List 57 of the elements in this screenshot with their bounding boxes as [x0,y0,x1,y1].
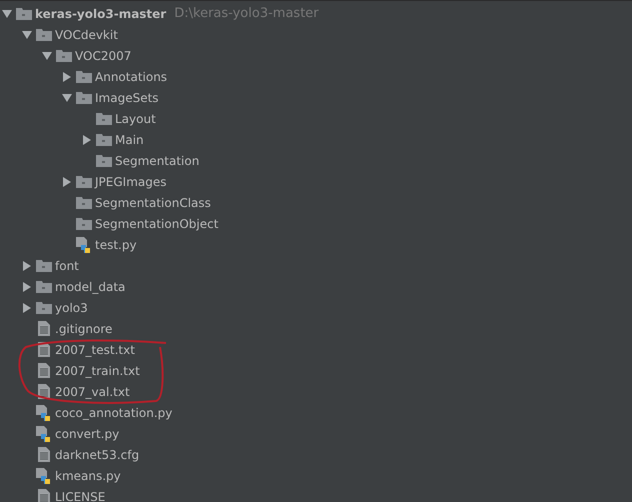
tree-item-label[interactable]: 2007_train.txt [55,362,140,380]
text-file-icon [38,363,50,378]
tree-item-label[interactable]: VOC2007 [75,46,132,64]
tree-item-label[interactable]: keras-yolo3-master [35,4,166,22]
python-file-icon [36,468,52,484]
folder-icon [36,259,52,272]
text-file-icon [38,447,50,462]
folder-icon [96,133,112,146]
collapsed-arrow-icon[interactable] [22,260,32,270]
folder-icon [76,70,92,83]
tree-item-label[interactable]: yolo3 [55,298,88,316]
tree-item-label[interactable]: Main [115,130,144,148]
folder-icon [76,175,92,188]
tree-item-label[interactable]: kmeans.py [55,466,121,484]
project-path: D:\keras-yolo3-master [174,4,319,23]
folder-icon [76,91,92,104]
text-file-icon [38,489,50,502]
tree-item-label[interactable]: SegmentationObject [95,214,218,232]
python-file-icon [36,426,52,442]
folder-icon [16,7,32,20]
folder-icon [96,112,112,125]
folder-icon [76,196,92,209]
python-file-icon [76,236,92,252]
expanded-arrow-icon[interactable] [42,50,52,60]
tree-item-label[interactable]: ImageSets [95,88,159,106]
collapsed-arrow-icon[interactable] [62,72,72,82]
tree-item-label[interactable]: font [55,256,79,274]
tree-item-label[interactable]: 2007_test.txt [55,340,135,358]
folder-icon [76,217,92,230]
collapsed-arrow-icon[interactable] [82,134,92,144]
collapsed-arrow-icon[interactable] [22,302,32,312]
tree-item-label[interactable]: 2007_val.txt [55,382,130,400]
folder-icon [36,28,52,41]
folder-icon [36,280,52,293]
tree-item-label[interactable]: JPEGImages [95,172,166,190]
folder-icon [96,154,112,167]
collapsed-arrow-icon[interactable] [62,176,72,186]
tree-item-label[interactable]: test.py [95,236,137,254]
expanded-arrow-icon[interactable] [62,92,72,102]
folder-icon [56,49,72,62]
tree-item-label[interactable]: VOCdevkit [55,26,118,44]
folder-icon [36,301,52,314]
tree-item-label[interactable]: Layout [115,110,156,128]
tree-item-label[interactable]: darknet53.cfg [55,446,140,464]
expanded-arrow-icon[interactable] [22,30,32,40]
tree-item-label[interactable]: Annotations [95,68,168,86]
python-file-icon [36,404,52,420]
tree-item-label[interactable]: Segmentation [115,152,200,170]
tree-item-label[interactable]: coco_annotation.py [55,404,172,422]
tree-item-label[interactable]: convert.py [55,424,120,442]
tree-item-label[interactable]: SegmentationClass [95,194,211,212]
tree-item-label[interactable]: .gitignore [55,320,112,338]
expanded-arrow-icon[interactable] [2,8,12,18]
text-file-icon [38,321,50,336]
tree-item-label[interactable]: LICENSE [55,488,106,502]
tree-item-label[interactable]: model_data [55,278,126,296]
collapsed-arrow-icon[interactable] [22,282,32,292]
